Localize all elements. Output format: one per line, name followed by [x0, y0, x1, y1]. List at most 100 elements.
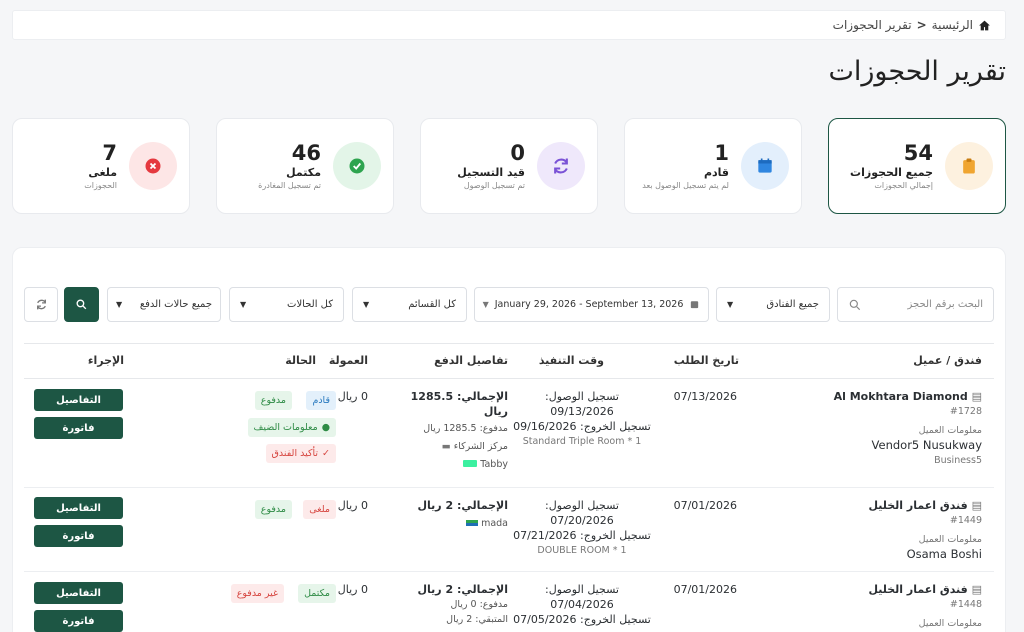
room-type: Standard Triple Room * 1 — [522, 436, 642, 447]
payment-paid: مدفوع: 1285.5 ريال — [423, 423, 508, 434]
hotel-confirm-label: تأكيد الفندق — [271, 448, 319, 459]
card-icon: ▬ — [441, 441, 451, 452]
booking-id: #1728 — [949, 406, 982, 417]
search-button[interactable] — [64, 287, 99, 322]
table-row: ▤ فندق اعمار الخليل #1448 معلومات العميل… — [24, 572, 994, 632]
search-placeholder: البحث برقم الحجز — [907, 299, 983, 310]
request-date: 07/01/2026 — [673, 583, 737, 596]
checkout: تسجيل الخروج: 07/21/2026 — [513, 529, 651, 542]
table-header: فندق / عميل تاريخ الطلب وقت التنفيذ تفاص… — [24, 343, 994, 379]
statuses-select[interactable]: كل الحالات ▼ — [229, 287, 344, 322]
col-action: الإجراء — [87, 354, 124, 367]
details-button[interactable]: التفاصيل — [34, 497, 123, 519]
hotel-name[interactable]: فندق اعمار الخليل — [868, 583, 967, 596]
chevron-down-icon: ▼ — [116, 300, 123, 309]
stat-upcoming[interactable]: 1 قادم لم يتم تسجيل الوصول بعد — [624, 118, 802, 214]
stat-cancelled[interactable]: 7 ملغى الحجوزات — [12, 118, 190, 214]
booking-id: #1448 — [949, 599, 982, 610]
commission: 0 ريال — [337, 583, 368, 596]
col-execution: وقت التنفيذ — [538, 354, 604, 367]
chevron-down-icon: ▼ — [727, 300, 734, 309]
invoice-button[interactable]: فاتورة — [34, 417, 123, 439]
stat-value: 1 — [714, 140, 729, 165]
date-range-value: January 29, 2026 - September 13, 2026 — [494, 299, 684, 310]
commission: 0 ريال — [337, 499, 368, 512]
payment-badge: غير مدفوع — [230, 584, 284, 603]
checkout: تسجيل الخروج: 09/16/2026 — [513, 420, 651, 433]
breadcrumb-current: تقرير الحجوزات — [832, 18, 912, 32]
request-date: 07/13/2026 — [673, 390, 737, 403]
home-icon[interactable] — [978, 19, 991, 32]
commission: 0 ريال — [337, 390, 368, 403]
breadcrumb-home[interactable]: الرئيسية — [932, 18, 973, 32]
details-button[interactable]: التفاصيل — [34, 582, 123, 604]
stat-in-progress[interactable]: 0 قيد التسجيل تم تسجيل الوصول — [420, 118, 598, 214]
hotel-confirm-badge[interactable]: ✓ تأكيد الفندق — [265, 444, 336, 463]
payment-method: mada — [481, 518, 508, 529]
chevron-left-icon: < — [916, 18, 927, 32]
payment-remaining: المتبقي: 2 ريال — [446, 614, 508, 625]
caret-down-icon: ▼ — [482, 300, 489, 309]
checkin-date: 07/04/2026 — [550, 598, 614, 611]
booking-id: #1449 — [949, 515, 982, 526]
client-info-label: معلومات العميل — [918, 618, 982, 629]
client-sub: Business5 — [934, 455, 982, 466]
details-button[interactable]: التفاصيل — [34, 389, 123, 411]
sections-select-value: كل القسائم — [408, 299, 456, 310]
chevron-down-icon: ▼ — [363, 300, 370, 309]
stat-sub: لم يتم تسجيل الوصول بعد — [642, 180, 729, 190]
stat-completed[interactable]: 46 مكتمل تم تسجيل المغادرة — [216, 118, 394, 214]
stat-label: قادم — [703, 165, 729, 179]
payment-total: الإجمالي: 1285.5 — [410, 390, 508, 403]
page-title: تقرير الحجوزات — [828, 56, 1006, 87]
hotels-select-value: جميع الفنادق — [766, 299, 819, 310]
payment-currency: ريال — [483, 405, 508, 418]
col-status: الحالة — [285, 354, 316, 367]
payment-total: الإجمالي: 2 ريال — [417, 499, 508, 512]
room-type: DOUBLE ROOM * 1 — [537, 545, 627, 556]
guest-info-badge[interactable]: ● معلومات الضيف — [247, 418, 336, 437]
partner-label: مركز الشركاء — [453, 441, 508, 452]
check-icon: ✓ — [322, 448, 330, 459]
payment-status-select[interactable]: جميع حالات الدفع ▼ — [107, 287, 221, 322]
statuses-select-value: كل الحالات — [287, 299, 333, 310]
stat-value: 7 — [102, 140, 117, 165]
payment-status-select-value: جميع حالات الدفع — [139, 299, 212, 310]
hotel-name[interactable]: فندق اعمار الخليل — [868, 499, 967, 512]
breadcrumb: الرئيسية < تقرير الحجوزات — [12, 10, 1006, 40]
client-info-label: معلومات العميل — [918, 425, 982, 436]
search-icon — [76, 299, 87, 310]
client-info-label: معلومات العميل — [918, 534, 982, 545]
table-row: ▤ Al Mokhtara Diamond #1728 معلومات العم… — [24, 379, 994, 488]
table-row: ▤ فندق اعمار الخليل #1449 معلومات العميل… — [24, 488, 994, 572]
status-badge: قادم — [306, 391, 336, 410]
calendar-icon — [691, 301, 699, 309]
hotel-name[interactable]: Al Mokhtara Diamond — [834, 390, 968, 403]
building-icon: ▤ — [971, 390, 982, 403]
search-icon — [849, 299, 861, 310]
invoice-button[interactable]: فاتورة — [34, 610, 123, 632]
stat-sub: الحجوزات — [84, 180, 117, 190]
client-name: Osama Boshi — [906, 547, 982, 561]
building-icon: ▤ — [971, 583, 982, 596]
checkout: تسجيل الخروج: 07/05/2026 — [513, 613, 651, 626]
col-hotel: فندق / عميل — [913, 354, 982, 367]
payment-total: الإجمالي: 2 ريال — [417, 583, 508, 596]
invoice-button[interactable]: فاتورة — [34, 525, 123, 547]
x-circle-icon — [145, 158, 161, 174]
checkin-label: تسجيل الوصول: — [545, 390, 619, 403]
hotels-select[interactable]: جميع الفنادق ▼ — [716, 287, 830, 322]
stat-sub: تم تسجيل الوصول — [463, 180, 525, 190]
sections-select[interactable]: كل القسائم ▼ — [352, 287, 467, 322]
reset-button[interactable] — [24, 287, 58, 322]
stat-label: جميع الحجوزات — [850, 165, 933, 179]
search-input[interactable]: البحث برقم الحجز — [837, 287, 994, 322]
checkin-label: تسجيل الوصول: — [545, 583, 619, 596]
stat-sub: تم تسجيل المغادرة — [258, 180, 321, 190]
date-range-picker[interactable]: ▼ January 29, 2026 - September 13, 2026 — [474, 287, 709, 322]
calendar-icon — [758, 158, 772, 173]
checkin-date: 07/20/2026 — [550, 514, 614, 527]
client-name: Vendor5 Nusukway — [871, 438, 982, 452]
stat-all-bookings[interactable]: 54 جميع الحجوزات إجمالي الحجوزات — [828, 118, 1006, 214]
checkin-date: 09/13/2026 — [550, 405, 614, 418]
